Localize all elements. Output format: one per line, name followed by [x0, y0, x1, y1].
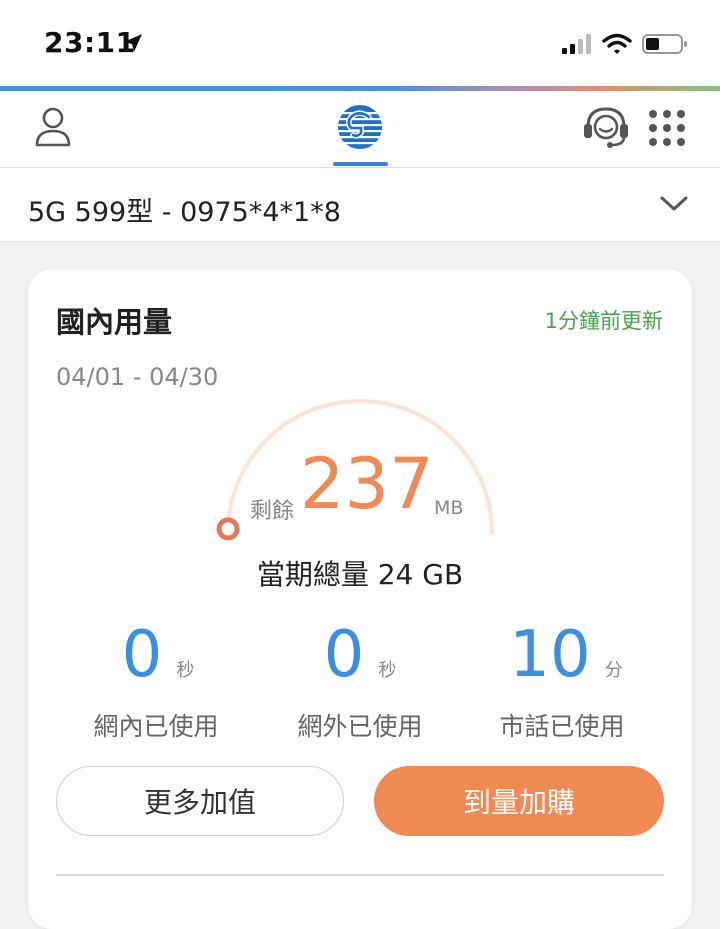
chunghwa-telecom-logo-icon[interactable]	[336, 103, 384, 155]
stat-value: 10	[509, 618, 591, 692]
stat-on-net: 0秒	[58, 623, 258, 687]
stat-off-net: 0秒	[260, 623, 460, 687]
plan-title: 5G 599型 - 0975*4*1*8	[28, 197, 341, 228]
card-divider	[56, 874, 664, 876]
status-icons	[562, 33, 688, 59]
top-nav	[0, 91, 720, 168]
person-icon[interactable]	[34, 107, 72, 151]
stat-unit: 秒	[378, 660, 397, 681]
stat-value: 0	[121, 618, 163, 692]
chevron-down-icon[interactable]	[658, 192, 690, 218]
total-allowance: 當期總量 24 GB	[256, 558, 464, 591]
more-value-added-button[interactable]: 更多加值	[56, 766, 344, 836]
active-tab-indicator	[333, 162, 388, 166]
stat-value: 0	[323, 618, 365, 692]
stat-unit: 分	[604, 660, 623, 681]
location-arrow-icon	[122, 32, 144, 58]
customer-service-headset-icon[interactable]	[582, 105, 630, 153]
stat-label-landline: 市話已使用	[499, 712, 625, 741]
data-top-up-button[interactable]: 到量加購	[374, 766, 664, 836]
stat-unit: 秒	[176, 660, 195, 681]
cellular-signal-icon	[562, 33, 596, 59]
gauge-indicator-dot	[216, 517, 240, 541]
remaining-value: 237	[300, 443, 434, 525]
app-grid-icon[interactable]	[648, 109, 686, 151]
status-bar: 23:11	[0, 0, 720, 86]
remaining-label: 剩餘	[250, 499, 295, 524]
plan-selector[interactable]: 5G 599型 - 0975*4*1*8	[0, 168, 720, 241]
wifi-icon	[602, 33, 632, 59]
stat-label-on-net: 網內已使用	[93, 712, 219, 741]
stat-label-off-net: 網外已使用	[297, 712, 423, 741]
stat-landline: 10 分	[466, 623, 666, 687]
remaining-unit: MB	[434, 497, 464, 519]
battery-icon	[642, 33, 688, 59]
domestic-usage-card: 國內用量 1分鐘前更新 04/01 - 04/30 剩餘 237 MB 當期總量…	[28, 269, 692, 929]
remaining-data-gauge	[216, 399, 494, 541]
